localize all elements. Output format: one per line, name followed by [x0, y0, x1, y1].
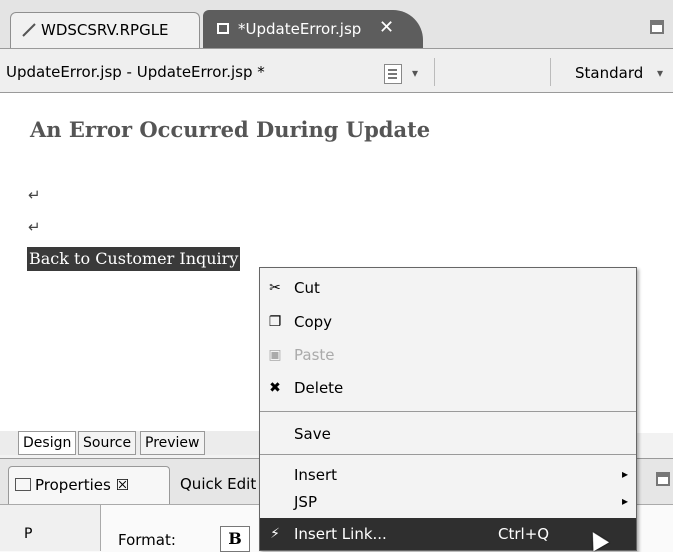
tab-updateerror-jsp[interactable]: *UpdateError.jsp ✕	[203, 10, 423, 48]
format-label: Format:	[118, 531, 176, 549]
page-heading[interactable]: An Error Occurred During Update	[30, 117, 430, 142]
tab-design[interactable]: Design	[18, 431, 77, 455]
menu-item-paste[interactable]: ▣ Paste	[260, 339, 636, 371]
line-break-icon: ↵	[28, 218, 41, 236]
maximize-icon[interactable]	[650, 20, 664, 34]
editor-title: UpdateError.jsp - UpdateError.jsp *	[6, 63, 265, 81]
menu-item-label: Delete	[294, 379, 344, 397]
line-break-icon: ↵	[28, 186, 41, 204]
tab-label: *UpdateError.jsp	[238, 20, 362, 38]
editor-toolbar: UpdateError.jsp - UpdateError.jsp *	[0, 49, 673, 93]
submenu-arrow-icon: ▸	[622, 467, 629, 481]
maximize-icon[interactable]	[656, 472, 670, 486]
menu-item-label: Save	[294, 425, 331, 443]
menu-item-save[interactable]: Save	[260, 418, 636, 450]
menu-item-label: Copy	[294, 313, 333, 331]
paste-icon: ▣	[268, 347, 282, 363]
copy-icon: ❐	[268, 314, 282, 330]
context-menu: ✂ Cut ❐ Copy ▣ Paste ✖ Delete Save Inser…	[259, 267, 637, 551]
close-icon[interactable]: ✕	[379, 17, 394, 38]
menu-item-cut[interactable]: ✂ Cut	[260, 272, 636, 304]
menu-item-label: Insert	[294, 466, 338, 484]
properties-icon	[15, 478, 31, 491]
menu-item-label: JSP	[294, 493, 317, 511]
tab-label: WDSCSRV.RPGLE	[41, 21, 169, 39]
chevron-down-icon[interactable]: ▾	[412, 66, 418, 80]
link-icon: ⚡	[270, 526, 280, 542]
tag-item-p[interactable]: P	[24, 526, 32, 542]
menu-separator	[260, 411, 636, 412]
menu-item-insert-link[interactable]: ⚡ Insert Link... Ctrl+Q	[260, 518, 636, 550]
tab-source[interactable]: Source	[78, 431, 137, 455]
mode-select[interactable]: Standard	[575, 64, 643, 82]
menu-item-copy[interactable]: ❐ Copy	[260, 306, 636, 338]
tab-preview[interactable]: Preview	[140, 431, 205, 455]
toolbar-divider	[550, 58, 551, 86]
menu-item-label: Paste	[294, 346, 335, 364]
delete-icon: ✖	[269, 380, 281, 396]
scissors-icon: ✂	[269, 280, 281, 296]
tab-properties[interactable]: Properties ☒	[8, 466, 170, 504]
chevron-down-icon[interactable]: ▾	[657, 66, 663, 80]
tab-label: Properties ☒	[35, 476, 130, 494]
menu-separator	[260, 454, 636, 455]
menu-item-delete[interactable]: ✖ Delete	[260, 372, 636, 404]
toolbar-divider	[434, 58, 435, 86]
menu-shortcut: Ctrl+Q	[498, 525, 550, 543]
menu-item-jsp[interactable]: JSP ▸	[260, 486, 636, 518]
submenu-arrow-icon: ▸	[622, 494, 629, 508]
jsp-file-icon	[217, 23, 229, 34]
pencil-icon	[22, 23, 36, 37]
properties-tag-list	[0, 505, 101, 551]
tab-wdscsrv-rpgle[interactable]: WDSCSRV.RPGLE	[10, 12, 200, 48]
menu-item-label: Insert Link...	[294, 525, 387, 543]
selected-link-text[interactable]: Back to Customer Inquiry	[27, 247, 241, 271]
menu-item-label: Cut	[294, 279, 320, 297]
page-properties-icon[interactable]	[384, 64, 402, 84]
tab-quick-edit[interactable]: Quick Edit	[180, 475, 256, 493]
bold-button[interactable]: B	[220, 526, 250, 552]
